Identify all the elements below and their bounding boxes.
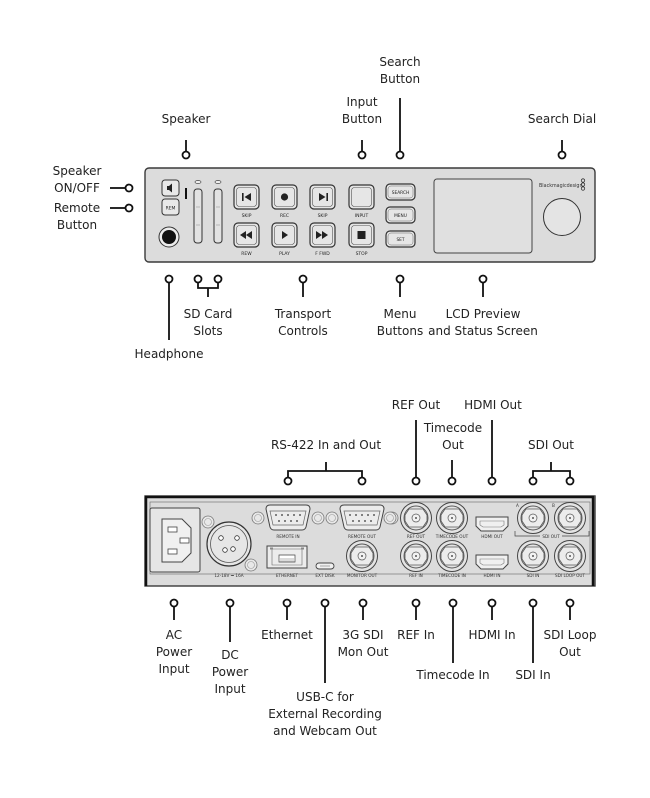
callout-dc-power: DC Power Input (211, 648, 249, 696)
callout-search-button: Search Button (379, 55, 421, 86)
sd-slot-indicator (185, 188, 187, 199)
headphone-jack[interactable] (158, 226, 180, 248)
ext-disk-label: EXT DISK (315, 573, 334, 578)
callout-input-button: Input Button (341, 95, 383, 126)
remote-button[interactable]: REM (161, 198, 180, 216)
front-panel: REM SKIP REC SKIP INPUT REW PLAY F FWD S… (144, 167, 596, 263)
play-label: PLAY (279, 251, 290, 257)
record-icon (280, 193, 289, 201)
callout-ref-out: REF Out (391, 398, 441, 412)
hdmi-in-label: HDMI IN (484, 573, 501, 578)
connection-diagram: REM SKIP REC SKIP INPUT REW PLAY F FWD S… (0, 0, 650, 794)
callout-lcd-preview: LCD Preview and Status Screen (428, 307, 538, 338)
callout-sdi-in: SDI In (515, 668, 551, 682)
stop-label: STOP (356, 251, 368, 257)
ref-out-label: REF OUT (407, 534, 426, 539)
callout-usb-c: USB-C for External Recording and Webcam … (268, 690, 382, 738)
monitor-out-label: MONITOR OUT (347, 573, 378, 578)
timecode-in-label: TIMECODE IN (437, 573, 466, 578)
timecode-out-port[interactable]: TIMECODE OUT (435, 502, 469, 540)
callout-timecode-out: Timecode Out (423, 421, 483, 452)
menu-button-label: MENU (394, 213, 407, 219)
sd-slot-2-led (214, 180, 222, 184)
remote-out-label: REMOTE OUT (348, 534, 376, 539)
set-button-label: SET (396, 237, 404, 243)
callout-search-dial: Search Dial (527, 112, 597, 126)
hdmi-out-label: HDMI OUT (481, 534, 503, 539)
record-label: REC (280, 213, 289, 219)
callout-ref-in: REF In (397, 628, 435, 642)
timecode-in-port[interactable]: TIMECODE IN (436, 540, 468, 579)
search-button-label: SEARCH (392, 190, 409, 196)
callout-sd-card-slots: SD Card Slots (183, 307, 233, 338)
rewind-label: REW (241, 251, 252, 257)
callout-hdmi-in: HDMI In (468, 628, 516, 642)
callout-hdmi-out: HDMI Out (464, 398, 522, 412)
stop-icon (357, 231, 366, 239)
sdi-out-b-port[interactable] (554, 502, 586, 534)
ethernet-label: ETHERNET (276, 573, 299, 578)
ac-power-inlet[interactable] (149, 507, 201, 573)
callout-ac-power: AC Power Input (155, 628, 193, 676)
callout-rs422: RS-422 In and Out (270, 438, 382, 452)
rem-button-label: REM (166, 206, 176, 212)
callout-sdi-loop-out: SDI Loop Out (543, 628, 597, 659)
set-button[interactable]: SET (385, 230, 416, 248)
ref-in-label: REF IN (409, 573, 423, 578)
search-button[interactable]: SEARCH (385, 183, 416, 201)
sdi-out-label: SDI OUT (542, 534, 560, 539)
sd-slot-1-led (194, 180, 202, 184)
callout-remote-button: Remote Button (53, 201, 101, 232)
sdi-loop-out-port[interactable]: SDI LOOP OUT (554, 540, 586, 579)
skip-forward-label: SKIP (318, 213, 328, 219)
sdi-out-b-label: B (552, 503, 555, 508)
callout-ethernet: Ethernet (261, 628, 313, 642)
callout-speaker-on-off: Speaker ON/OFF (52, 164, 102, 195)
sd-card-slot-2[interactable] (213, 188, 223, 244)
skip-back-label: SKIP (242, 213, 252, 219)
callout-transport-controls: Transport Controls (274, 307, 332, 338)
fast-forward-label: F FWD (315, 251, 330, 257)
sdi-out-a-label: A (516, 503, 519, 508)
dc-rating-label: 12-18V ⎓ 16A (214, 573, 243, 578)
sdi-in-label: SDI IN (527, 573, 540, 578)
monitor-out-port[interactable]: MONITOR OUT (346, 540, 378, 579)
callout-headphone: Headphone (134, 347, 204, 361)
sdi-out-a-port[interactable] (517, 502, 549, 534)
callout-timecode-in: Timecode In (416, 668, 490, 682)
sd-card-slot-1[interactable] (193, 188, 203, 244)
remote-in-label: REMOTE IN (276, 534, 299, 539)
input-label: INPUT (355, 213, 369, 219)
lcd-screen (433, 178, 533, 254)
sdi-loop-out-label: SDI LOOP OUT (555, 573, 585, 578)
rear-panel: 12-18V ⎓ 16A REMOTE IN REMOTE OUT ETHERN… (144, 495, 596, 587)
callout-sdi-out: SDI Out (528, 438, 574, 452)
menu-button[interactable]: MENU (385, 206, 416, 224)
search-dial[interactable] (543, 198, 581, 236)
callout-speaker: Speaker (161, 112, 211, 126)
speaker-button[interactable] (161, 179, 180, 197)
brand-logo: Blackmagicdesign (539, 183, 583, 189)
timecode-out-label: TIMECODE OUT (435, 534, 469, 539)
